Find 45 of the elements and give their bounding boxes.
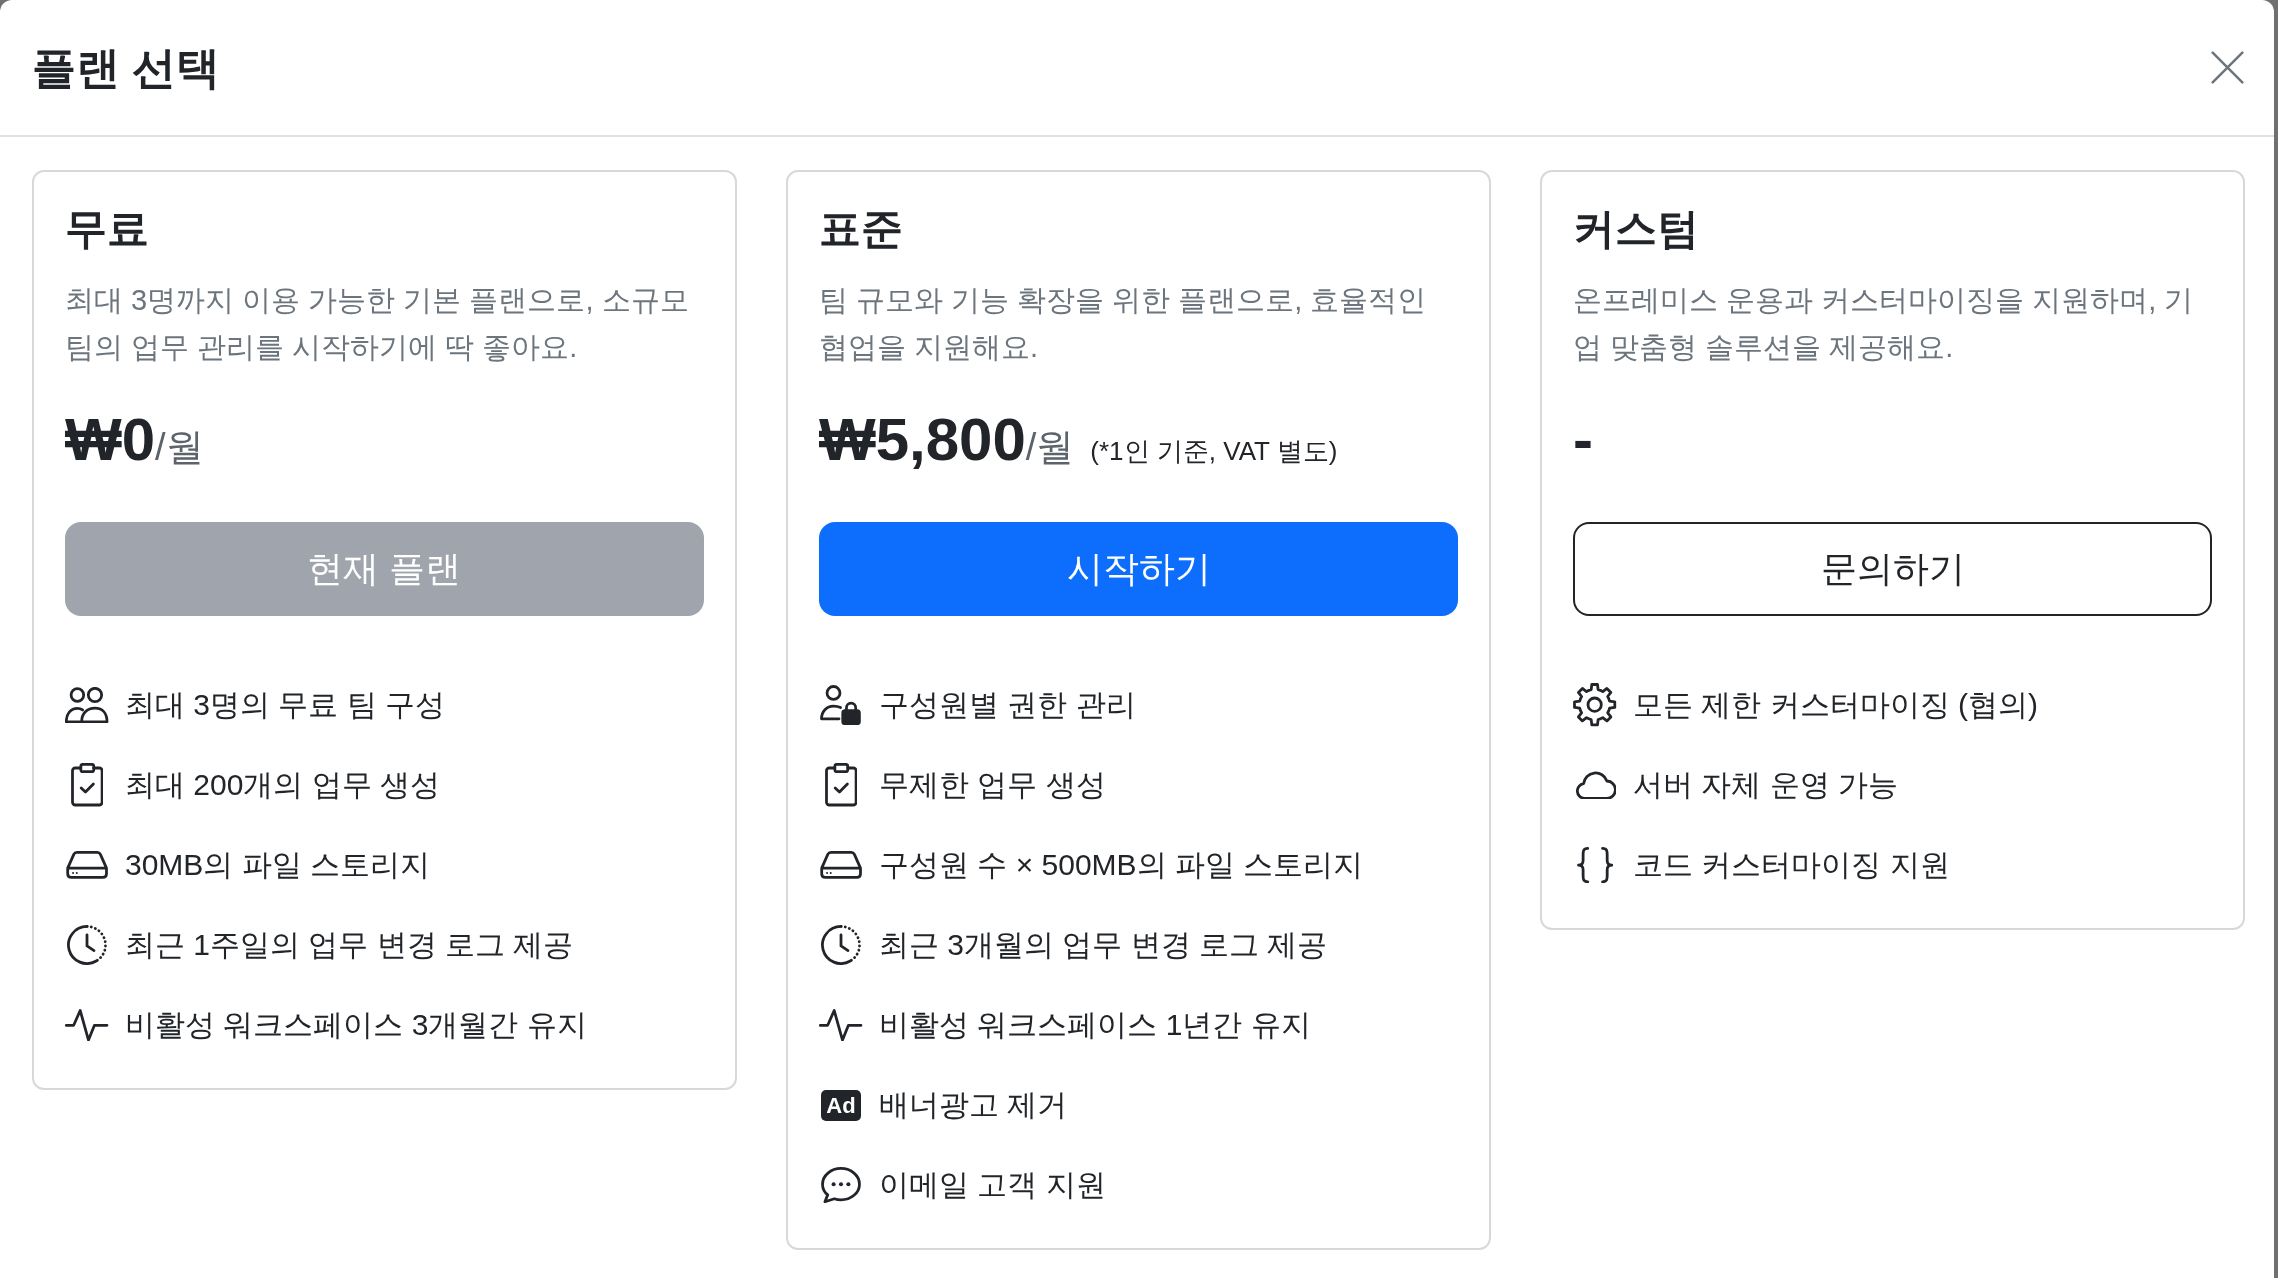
clock-icon: [821, 925, 861, 965]
clipboard-check-icon: [70, 763, 104, 807]
plan-description: 팀 규모와 기능 확장을 위한 플랜으로, 효율적인 협업을 지원해요.: [819, 283, 1428, 365]
plan-title: 커스텀: [1573, 204, 1700, 254]
feature-text: 30MB의 파일 스토리지: [125, 846, 431, 883]
feature-text: 코드 커스터마이징 지원: [1633, 846, 1950, 883]
feature-text: 구성원 수 × 500MB의 파일 스토리지: [879, 846, 1364, 883]
clock-icon: [67, 925, 107, 965]
pulse-icon: [65, 1008, 109, 1042]
price-note: (*1인 기준, VAT 별도): [1090, 435, 1338, 468]
close-button[interactable]: [2211, 51, 2244, 84]
plan-button[interactable]: 문의하기: [1573, 522, 2212, 616]
cloud-icon: [1573, 770, 1617, 800]
plan-title: 표준: [819, 204, 904, 254]
plan-price: -: [1573, 405, 1593, 475]
feature-text: 최근 3개월의 업무 변경 로그 제공: [879, 926, 1328, 963]
plan-price: ₩5,800: [819, 405, 1026, 475]
price-unit: /월: [1025, 426, 1075, 468]
drive-icon: [819, 851, 863, 879]
feature-text: 이메일 고객 지원: [879, 1166, 1106, 1203]
clipboard-check-icon: [824, 763, 858, 807]
feature-text: 최대 3명의 무료 팀 구성: [125, 686, 446, 723]
feature-text: 비활성 워크스페이스 1년간 유지: [879, 1006, 1311, 1043]
feature-text: 최대 200개의 업무 생성: [125, 766, 441, 803]
price-unit: /월: [155, 426, 204, 470]
feature-text: 비활성 워크스페이스 3개월간 유지: [125, 1006, 587, 1043]
chat-dots-icon: [821, 1166, 861, 1204]
person-lock-icon: [820, 685, 862, 725]
people-icon: [65, 686, 109, 724]
close-icon: [2211, 51, 2244, 84]
plan-title: 무료: [65, 204, 150, 254]
plan-price: ₩0: [65, 405, 155, 475]
feature-text: 서버 자체 운영 가능: [1633, 766, 1898, 803]
dialog-title: 플랜 선택: [32, 41, 221, 94]
feature-text: 구성원별 권한 관리: [879, 686, 1136, 723]
plan-button[interactable]: 시작하기: [819, 522, 1458, 616]
feature-text: 최근 1주일의 업무 변경 로그 제공: [125, 926, 574, 963]
feature-text: 무제한 업무 생성: [879, 766, 1106, 803]
pulse-icon: [819, 1008, 863, 1042]
plan-description: 최대 3명까지 이용 가능한 기본 플랜으로, 소규모 팀의 업무 관리를 시작하기에 딱 좋아요.: [65, 283, 690, 365]
braces-icon: [1576, 846, 1614, 884]
feature-text: 모든 제한 커스터마이징 (협의): [1633, 686, 2038, 723]
plan-description: 온프레미스 운용과 커스터마이징을 지원하며, 기업 맞춤형 솔루션을 제공해요.: [1573, 283, 2195, 365]
drive-icon: [65, 851, 109, 879]
gear-icon: [1573, 683, 1617, 727]
